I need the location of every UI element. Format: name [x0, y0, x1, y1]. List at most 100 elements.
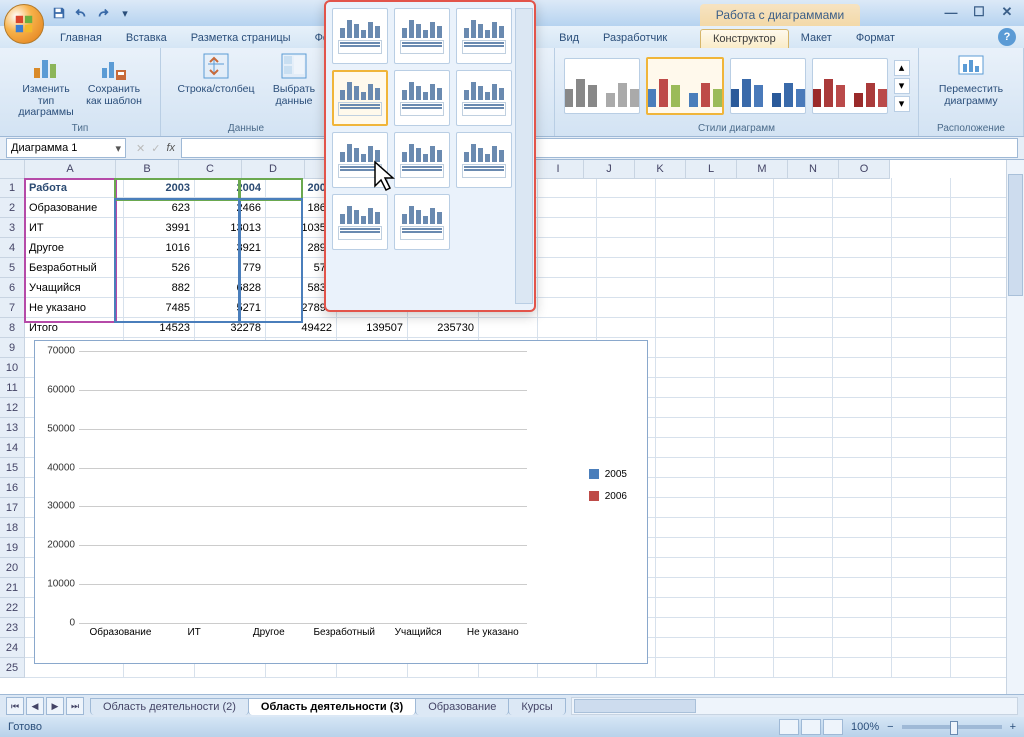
cell[interactable]: [656, 178, 715, 198]
column-header-K[interactable]: K: [635, 160, 686, 179]
switch-row-column-button[interactable]: Строка/столбец: [171, 50, 261, 96]
cell[interactable]: [892, 218, 951, 238]
vertical-scrollbar[interactable]: [1006, 160, 1024, 695]
row-header[interactable]: 24: [0, 638, 25, 658]
cell[interactable]: [833, 638, 892, 658]
cell[interactable]: [715, 598, 774, 618]
cell[interactable]: [833, 378, 892, 398]
cell[interactable]: [892, 618, 951, 638]
cell[interactable]: [892, 458, 951, 478]
cell[interactable]: [951, 238, 1010, 258]
cell[interactable]: [715, 458, 774, 478]
cell[interactable]: [656, 398, 715, 418]
cell[interactable]: [833, 418, 892, 438]
cell[interactable]: Учащийся: [25, 278, 124, 298]
cell[interactable]: [774, 638, 833, 658]
cell[interactable]: [538, 258, 597, 278]
row-header[interactable]: 13: [0, 418, 25, 438]
layout-option-4[interactable]: [332, 70, 388, 126]
cell[interactable]: [833, 498, 892, 518]
cell[interactable]: [715, 418, 774, 438]
cell[interactable]: [951, 358, 1010, 378]
tab-format[interactable]: Формат: [844, 29, 907, 48]
cell[interactable]: [715, 398, 774, 418]
name-box-dropdown-icon[interactable]: ▾: [115, 142, 121, 155]
restore-button[interactable]: ☐: [968, 4, 990, 20]
row-header[interactable]: 18: [0, 518, 25, 538]
cell[interactable]: [656, 498, 715, 518]
cell[interactable]: [892, 278, 951, 298]
cell[interactable]: [774, 598, 833, 618]
cell[interactable]: [538, 178, 597, 198]
cell[interactable]: [774, 218, 833, 238]
cell[interactable]: [951, 478, 1010, 498]
cell[interactable]: [951, 178, 1010, 198]
column-header-A[interactable]: A: [25, 160, 116, 179]
sheet-nav-prev[interactable]: ◀: [26, 697, 44, 715]
cell[interactable]: 235730: [408, 318, 479, 338]
cell[interactable]: [774, 198, 833, 218]
row-header[interactable]: 1: [0, 178, 25, 198]
view-page-layout-button[interactable]: [801, 719, 821, 735]
cell[interactable]: [656, 198, 715, 218]
cell[interactable]: [656, 478, 715, 498]
cell[interactable]: [715, 378, 774, 398]
cell[interactable]: [892, 598, 951, 618]
cell[interactable]: [833, 218, 892, 238]
cell[interactable]: [833, 538, 892, 558]
cell[interactable]: 32278: [195, 318, 266, 338]
zoom-in-button[interactable]: +: [1010, 721, 1016, 733]
cell[interactable]: [892, 518, 951, 538]
cell[interactable]: 2466: [195, 198, 266, 218]
sheet-tab-2[interactable]: Область деятельности (3): [248, 698, 416, 715]
cell[interactable]: [715, 518, 774, 538]
redo-button[interactable]: [94, 4, 112, 22]
row-header[interactable]: 11: [0, 378, 25, 398]
undo-button[interactable]: [72, 4, 90, 22]
cell[interactable]: [715, 178, 774, 198]
cell[interactable]: 5271: [195, 298, 266, 318]
cell[interactable]: [597, 198, 656, 218]
column-header-C[interactable]: C: [179, 160, 242, 179]
cell[interactable]: 623: [124, 198, 195, 218]
cell[interactable]: [951, 398, 1010, 418]
cell[interactable]: [892, 478, 951, 498]
cell[interactable]: [833, 318, 892, 338]
cell[interactable]: [774, 178, 833, 198]
row-header[interactable]: 21: [0, 578, 25, 598]
cell[interactable]: [951, 578, 1010, 598]
tab-insert[interactable]: Вставка: [114, 29, 179, 48]
cell[interactable]: [951, 298, 1010, 318]
cell[interactable]: [715, 198, 774, 218]
row-header[interactable]: 20: [0, 558, 25, 578]
cell[interactable]: [715, 218, 774, 238]
layout-option-7[interactable]: [332, 132, 388, 188]
zoom-out-button[interactable]: −: [887, 721, 893, 733]
cell[interactable]: [538, 238, 597, 258]
move-chart-button[interactable]: Переместить диаграмму: [931, 50, 1011, 107]
view-normal-button[interactable]: [779, 719, 799, 735]
cell[interactable]: [833, 258, 892, 278]
cell[interactable]: [833, 558, 892, 578]
cell[interactable]: [774, 398, 833, 418]
cell[interactable]: [892, 558, 951, 578]
cell[interactable]: 14523: [124, 318, 195, 338]
cell[interactable]: Другое: [25, 238, 124, 258]
cell[interactable]: [774, 658, 833, 678]
cell[interactable]: [715, 318, 774, 338]
cell[interactable]: [833, 338, 892, 358]
row-header[interactable]: 15: [0, 458, 25, 478]
cell[interactable]: Образование: [25, 198, 124, 218]
cell[interactable]: 882: [124, 278, 195, 298]
cell[interactable]: [597, 178, 656, 198]
cell[interactable]: [715, 498, 774, 518]
cell[interactable]: 13013: [195, 218, 266, 238]
cell[interactable]: [833, 178, 892, 198]
cell[interactable]: [774, 438, 833, 458]
cell[interactable]: [774, 458, 833, 478]
cell[interactable]: [774, 618, 833, 638]
column-header-J[interactable]: J: [584, 160, 635, 179]
cell[interactable]: [715, 298, 774, 318]
name-box[interactable]: Диаграмма 1▾: [6, 138, 126, 158]
cell[interactable]: [774, 418, 833, 438]
